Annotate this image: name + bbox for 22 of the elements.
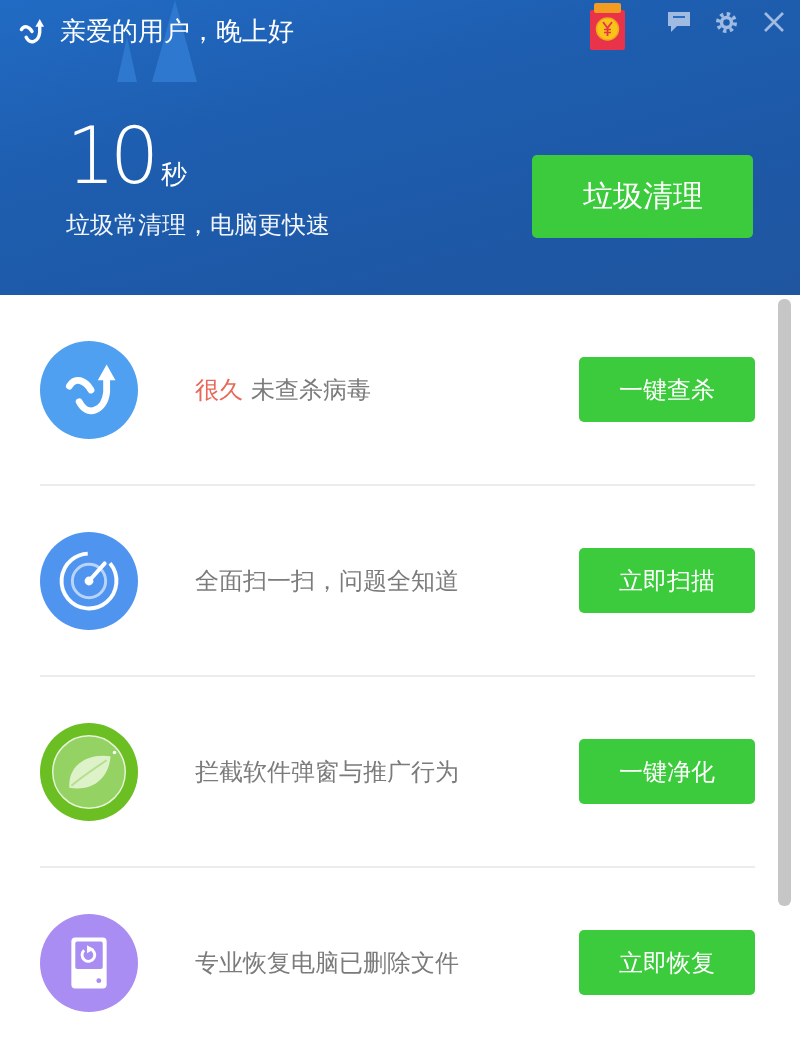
close-icon[interactable] xyxy=(764,12,784,32)
action-button[interactable]: 一键净化 xyxy=(579,739,755,804)
timer-unit: 秒 xyxy=(161,159,188,189)
action-button[interactable]: 立即恢复 xyxy=(579,930,755,995)
action-button[interactable]: 立即扫描 xyxy=(579,548,755,613)
clean-button[interactable]: 垃圾清理 xyxy=(532,155,753,238)
description-text: 拦截软件弹窗与推广行为 xyxy=(195,756,460,788)
device-restore-icon xyxy=(40,913,138,1012)
timer-value: 10 xyxy=(66,116,154,196)
scrollbar[interactable] xyxy=(778,299,791,906)
tagline-text: 垃圾常清理，电脑更快速 xyxy=(66,210,330,240)
leaf-icon xyxy=(40,722,138,821)
radar-icon xyxy=(40,531,138,630)
greeting-text: 亲爱的用户，晚上好 xyxy=(60,15,294,48)
action-button[interactable]: 一键查杀 xyxy=(579,357,755,422)
feedback-icon[interactable] xyxy=(668,12,690,32)
description-text: 很久 未查杀病毒 xyxy=(195,374,372,406)
gift-envelope-icon[interactable] xyxy=(590,3,625,50)
description-text: 全面扫一扫，问题全知道 xyxy=(195,565,460,597)
logo-icon xyxy=(18,17,46,45)
settings-icon[interactable] xyxy=(716,12,737,33)
description-text: 专业恢复电脑已删除文件 xyxy=(195,947,460,979)
